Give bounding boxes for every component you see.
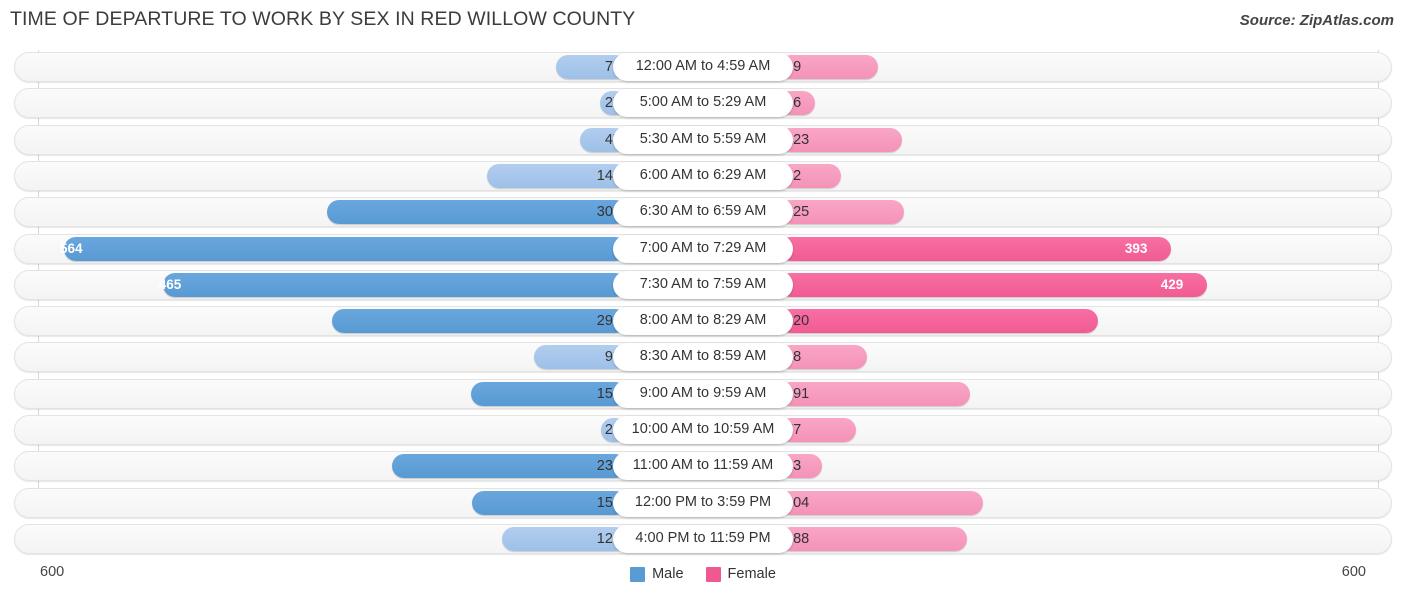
- category-label: 5:30 AM to 5:59 AM: [613, 125, 793, 154]
- category-label: 7:00 AM to 7:29 AM: [613, 234, 793, 263]
- category-label: 9:00 AM to 9:59 AM: [613, 379, 793, 408]
- bar-row[interactable]: 465 429 7:30 AM to 7:59 AM: [14, 269, 1392, 300]
- bar-row[interactable]: 296 320 8:00 AM to 8:29 AM: [14, 306, 1392, 337]
- bar-row[interactable]: 564 393 7:00 AM to 7:29 AM: [14, 233, 1392, 264]
- value-female: 429: [1160, 276, 1184, 292]
- legend-item-female[interactable]: Female: [705, 566, 776, 582]
- bar-male[interactable]: [63, 236, 627, 261]
- bar-female[interactable]: [779, 309, 1099, 334]
- category-label: 7:30 AM to 7:59 AM: [613, 270, 793, 299]
- bar-male[interactable]: [162, 272, 627, 297]
- bar-row[interactable]: 155 204 12:00 PM to 3:59 PM: [14, 487, 1392, 518]
- bar-row[interactable]: 140 62 6:00 AM to 6:29 AM: [14, 160, 1392, 191]
- bar-row[interactable]: 301 125 6:30 AM to 6:59 AM: [14, 197, 1392, 228]
- plot-area: 719912:00 AM to 4:59 AM 27365:00 AM to 5:…: [0, 50, 1406, 554]
- bar-row[interactable]: 471235:30 AM to 5:59 AM: [14, 124, 1392, 155]
- legend-label-male: Male: [652, 566, 684, 582]
- bar-male[interactable]: [331, 309, 627, 334]
- category-label: 6:30 AM to 6:59 AM: [613, 198, 793, 227]
- bar-row[interactable]: 93888:30 AM to 8:59 AM: [14, 342, 1392, 373]
- bar-row[interactable]: 27365:00 AM to 5:29 AM: [14, 88, 1392, 119]
- page-title: TIME OF DEPARTURE TO WORK BY SEX IN RED …: [10, 8, 636, 30]
- bar-female[interactable]: [779, 490, 983, 515]
- source-attribution: Source: ZipAtlas.com: [1239, 12, 1394, 29]
- bar-row[interactable]: 719912:00 AM to 4:59 AM: [14, 52, 1392, 82]
- value-male: 564: [59, 240, 83, 256]
- bar-row[interactable]: 235 43 11:00 AM to 11:59 AM: [14, 451, 1392, 482]
- category-label: 12:00 AM to 4:59 AM: [613, 53, 793, 81]
- category-label: 4:00 PM to 11:59 PM: [613, 524, 793, 553]
- value-male: 465: [158, 276, 182, 292]
- bar-male[interactable]: [392, 454, 627, 479]
- category-label: 6:00 AM to 6:29 AM: [613, 161, 793, 190]
- chart-container: TIME OF DEPARTURE TO WORK BY SEX IN RED …: [0, 0, 1406, 594]
- legend-item-male[interactable]: Male: [630, 566, 684, 582]
- bar-male[interactable]: [326, 200, 627, 225]
- category-label: 8:00 AM to 8:29 AM: [613, 307, 793, 336]
- category-label: 5:00 AM to 5:29 AM: [613, 89, 793, 118]
- category-label: 12:00 PM to 3:59 PM: [613, 488, 793, 517]
- category-label: 11:00 AM to 11:59 AM: [613, 452, 793, 481]
- bar-row[interactable]: 267710:00 AM to 10:59 AM: [14, 415, 1392, 445]
- bar-row[interactable]: 156 191 9:00 AM to 9:59 AM: [14, 378, 1392, 409]
- bar-row[interactable]: 125 188 4:00 PM to 11:59 PM: [14, 523, 1392, 554]
- legend: Male Female: [0, 566, 1406, 582]
- legend-label-female: Female: [727, 566, 776, 582]
- legend-swatch-male-icon: [630, 566, 646, 582]
- category-label: 8:30 AM to 8:59 AM: [613, 343, 793, 372]
- bar-female[interactable]: [779, 236, 1172, 261]
- category-label: 10:00 AM to 10:59 AM: [613, 416, 793, 444]
- legend-swatch-female-icon: [705, 566, 721, 582]
- value-female: 393: [1124, 240, 1148, 256]
- bar-female[interactable]: [779, 272, 1208, 297]
